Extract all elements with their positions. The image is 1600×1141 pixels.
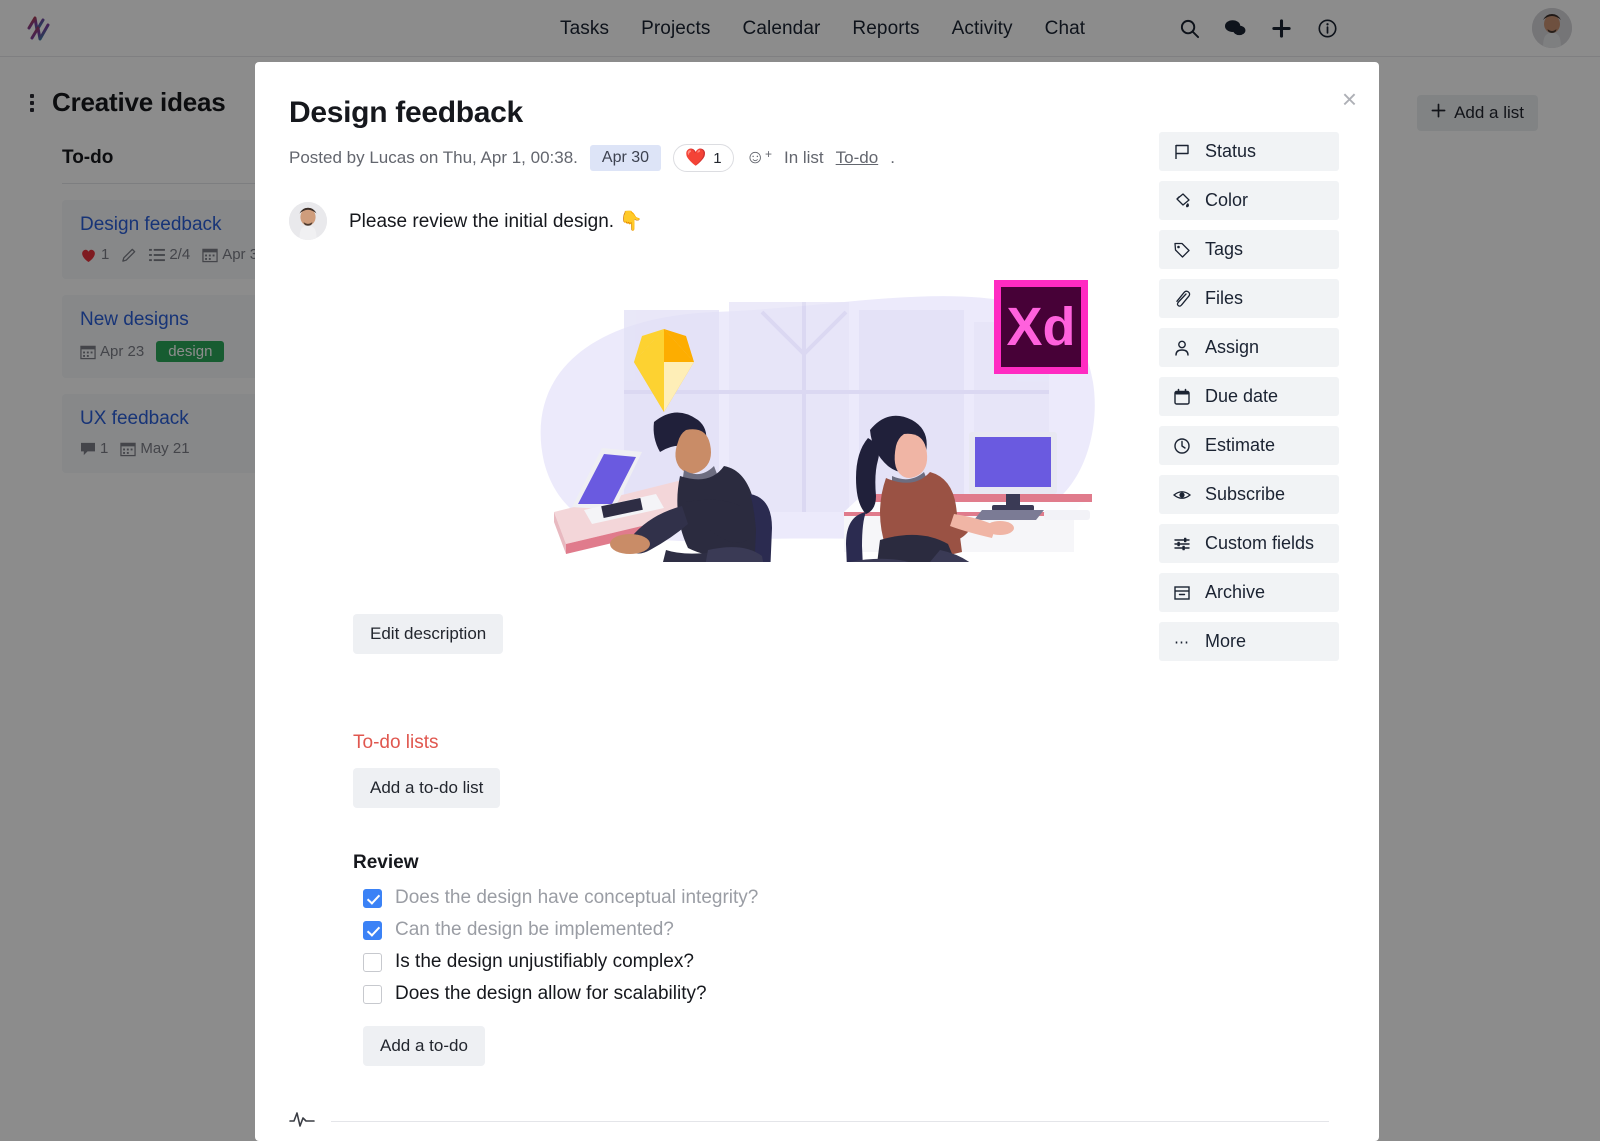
checkbox-icon[interactable] [363,920,382,940]
add-todo-button[interactable]: Add a to-do [363,1026,485,1066]
todo-item-label: Does the design have conceptual integrit… [395,887,759,908]
todo-item-label: Can the design be implemented? [395,919,674,940]
heart-icon: ❤️ [685,148,707,167]
activity-divider-row [289,1110,1339,1133]
menu-item-color[interactable]: Color [1159,181,1339,220]
todo-item[interactable]: Does the design have conceptual integrit… [353,882,1339,914]
description-text: Please review the initial design. 👇 [349,202,643,233]
todo-list-title: Review [353,852,419,873]
flag-icon [1172,142,1192,162]
menu-item-label: Assign [1205,337,1260,357]
todo-item[interactable]: Can the design be implemented? [353,914,1339,946]
menu-item-label: Files [1205,288,1244,308]
reaction-pill[interactable]: ❤️ 1 [673,144,734,172]
description-body: Please review the initial design. [349,211,615,232]
edit-description-button[interactable]: Edit description [353,614,504,654]
eye-icon [1172,485,1192,505]
due-date-pill[interactable]: Apr 30 [589,145,662,171]
avatar [289,202,327,240]
task-detail-modal: × Design feedback Posted by Lucas on Thu… [255,62,1379,1141]
menu-item-label: Archive [1205,582,1266,602]
modal-title: Design feedback [289,96,523,129]
adobe-xd-badge: Xd [994,280,1088,374]
task-action-menu: Status Color Tags Files Assign Due date … [1159,132,1339,671]
divider [331,1121,1329,1122]
designers-at-desks-illustration: Xd [540,280,1095,562]
menu-item-label: Estimate [1205,435,1276,455]
in-list-link[interactable]: To-do [836,148,879,168]
menu-item-custom-fields[interactable]: Custom fields [1159,524,1339,563]
pulse-icon [289,1110,315,1133]
menu-item-assign[interactable]: Assign [1159,328,1339,367]
person-icon [1172,338,1192,358]
app-root: Tasks Projects Calendar Reports Activity… [0,0,1600,1141]
ellipsis-icon: ⋯ [1174,633,1190,651]
pointing-down-emoji-icon: 👇 [619,211,644,232]
checkbox-icon[interactable] [363,984,382,1004]
todo-lists-section: To-do lists Add a to-do list [289,732,1339,808]
clock-icon [1172,436,1192,456]
menu-item-due-date[interactable]: Due date [1159,377,1339,416]
sliders-icon [1172,534,1192,554]
todo-list-review: Review Does the design have conceptual i… [289,852,1339,1066]
menu-item-tags[interactable]: Tags [1159,230,1339,269]
menu-item-label: Color [1205,190,1249,210]
calendar-icon [1172,387,1192,407]
menu-item-label: Tags [1205,239,1244,259]
add-todo-list-button[interactable]: Add a to-do list [353,768,501,808]
checkbox-icon[interactable] [363,952,382,972]
reaction-count: 1 [713,149,722,167]
tag-icon [1172,240,1192,260]
menu-item-estimate[interactable]: Estimate [1159,426,1339,465]
menu-item-more[interactable]: ⋯ More [1159,622,1339,661]
menu-item-label: Due date [1205,386,1279,406]
menu-item-label: Status [1205,141,1257,161]
menu-item-files[interactable]: Files [1159,279,1339,318]
menu-item-label: More [1205,631,1247,651]
in-list-suffix: . [890,148,895,167]
add-reaction-icon[interactable]: ☺ + [746,147,772,169]
menu-item-label: Subscribe [1205,484,1286,504]
paperclip-icon [1172,289,1192,309]
menu-item-subscribe[interactable]: Subscribe [1159,475,1339,514]
todo-item[interactable]: Does the design allow for scalability? [353,978,1339,1010]
paint-bucket-icon [1172,191,1192,211]
todo-item[interactable]: Is the design unjustifiably complex? [353,946,1339,978]
archive-icon [1172,583,1192,603]
menu-item-status[interactable]: Status [1159,132,1339,171]
todo-lists-heading: To-do lists [353,732,439,753]
menu-item-label: Custom fields [1205,533,1315,553]
in-list-prefix: In list [783,148,824,167]
todo-item-label: Is the design unjustifiably complex? [395,951,694,972]
todo-item-label: Does the design allow for scalability? [395,983,707,1004]
menu-item-archive[interactable]: Archive [1159,573,1339,612]
posted-by-text: Posted by Lucas on Thu, Apr 1, 00:38. [289,148,578,167]
checkbox-icon[interactable] [363,888,382,908]
svg-text:Xd: Xd [1006,297,1075,357]
